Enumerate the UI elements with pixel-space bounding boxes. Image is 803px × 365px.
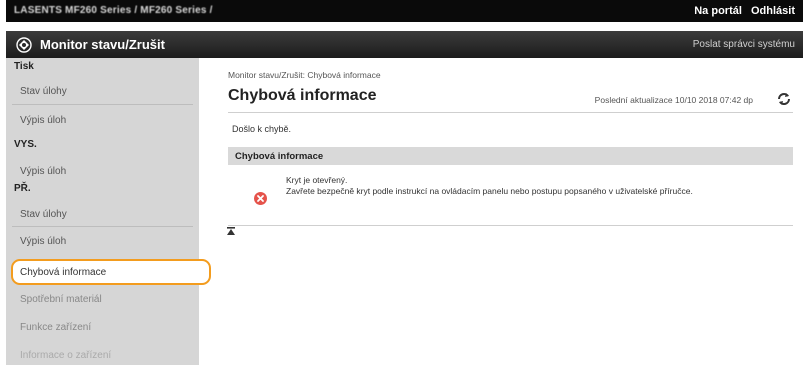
send-to-admin-link[interactable]: Poslat správci systému bbox=[693, 39, 795, 50]
divider bbox=[228, 225, 793, 226]
top-bar: LASENTS MF260 Series / MF260 Series / Na… bbox=[6, 0, 803, 22]
logout-link[interactable]: Odhlásit bbox=[751, 5, 795, 17]
app-title: Monitor stavu/Zrušit bbox=[40, 37, 165, 52]
sidebar-item-device-info[interactable]: Informace o zařízení bbox=[20, 350, 111, 361]
title-bar: Monitor stavu/Zrušit Poslat správci syst… bbox=[6, 31, 803, 58]
sidebar-divider bbox=[12, 104, 193, 105]
sidebar-item-print-job-status[interactable]: Stav úlohy bbox=[20, 86, 67, 97]
sidebar-item-device-features[interactable]: Funkce zařízení bbox=[20, 322, 91, 333]
sidebar-item-label: Chybová informace bbox=[20, 267, 107, 278]
last-update-text: Poslední aktualizace 10/10 2018 07:42 dp bbox=[594, 95, 753, 105]
divider bbox=[228, 112, 793, 113]
refresh-icon[interactable] bbox=[775, 90, 793, 108]
back-to-top-icon[interactable] bbox=[225, 225, 237, 237]
sidebar-item-send-job-log[interactable]: Výpis úloh bbox=[20, 166, 66, 177]
sidebar-heading-print: Tisk bbox=[14, 61, 34, 72]
sidebar-divider bbox=[12, 226, 193, 227]
sidebar-item-error-info[interactable]: Chybová informace bbox=[11, 259, 211, 285]
sidebar: Tisk Stav úlohy Výpis úloh VYS. Výpis úl… bbox=[6, 58, 211, 365]
error-message: Došlo k chybě. bbox=[232, 124, 292, 134]
device-model-label: LASENTS MF260 Series / MF260 Series / bbox=[14, 5, 213, 16]
top-links: Na portál Odhlásit bbox=[688, 5, 795, 17]
error-title: Kryt je otevřený. bbox=[286, 175, 348, 185]
main-content: Monitor stavu/Zrušit: Chybová informace … bbox=[210, 58, 803, 365]
sidebar-item-consumables[interactable]: Spotřební materiál bbox=[20, 294, 102, 305]
error-detail: Zavřete bezpečně kryt podle instrukcí na… bbox=[286, 186, 693, 196]
portal-link[interactable]: Na portál bbox=[694, 5, 742, 17]
sidebar-item-receive-job-status[interactable]: Stav úlohy bbox=[20, 209, 67, 220]
sidebar-heading-send: VYS. bbox=[14, 139, 37, 150]
sidebar-item-receive-job-log[interactable]: Výpis úloh bbox=[20, 236, 66, 247]
page-title: Chybová informace bbox=[228, 87, 377, 104]
status-monitor-icon bbox=[16, 37, 32, 53]
error-panel-heading: Chybová informace bbox=[228, 147, 793, 165]
sidebar-item-print-job-log[interactable]: Výpis úloh bbox=[20, 115, 66, 126]
sidebar-heading-receive: PŘ. bbox=[14, 183, 31, 194]
error-icon bbox=[254, 192, 267, 205]
breadcrumb: Monitor stavu/Zrušit: Chybová informace bbox=[228, 70, 381, 80]
